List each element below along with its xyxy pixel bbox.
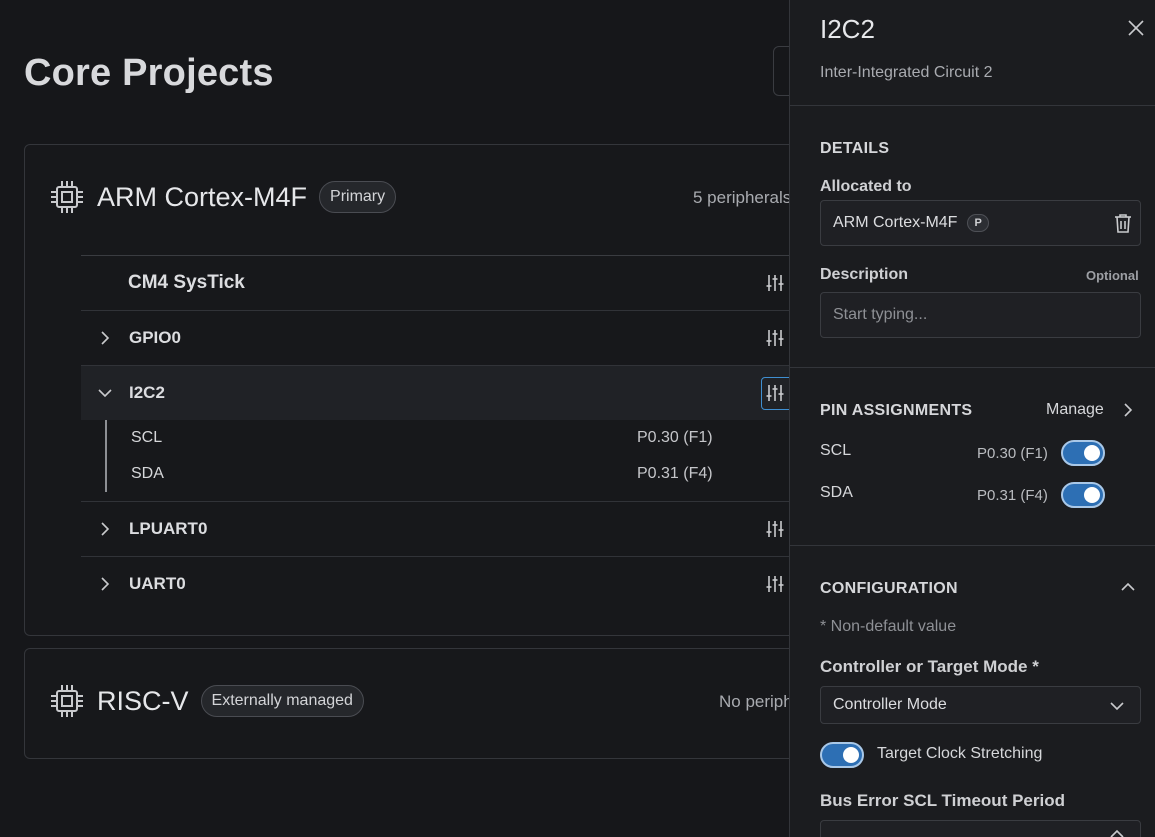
peripheral-row-i2c2[interactable]: I2C2 <box>81 365 790 420</box>
peripheral-label: GPIO0 <box>129 328 181 347</box>
divider <box>790 545 1155 546</box>
chevron-up-icon[interactable] <box>1120 580 1136 598</box>
card-title: ARM Cortex-M4F <box>97 181 308 212</box>
peripheral-row-uart0[interactable]: UART0 <box>81 556 790 611</box>
tune-icon[interactable] <box>765 328 785 353</box>
tune-icon[interactable] <box>765 574 785 599</box>
signal-name: SDA <box>131 465 164 482</box>
tune-icon[interactable] <box>765 519 785 544</box>
card-title: RISC-V <box>97 685 189 716</box>
allocated-label: Allocated to <box>820 178 912 195</box>
bus-error-input[interactable] <box>820 820 1141 837</box>
peripheral-label: I2C2 <box>129 383 165 402</box>
chevron-right-icon[interactable] <box>1122 402 1134 423</box>
description-input[interactable] <box>820 292 1141 338</box>
mode-label: Controller or Target Mode * <box>820 657 1039 676</box>
primary-badge: Primary <box>319 181 397 213</box>
mode-value: Controller Mode <box>833 696 947 713</box>
non-default-note: * Non-default value <box>820 618 957 635</box>
chevron-right-icon[interactable] <box>81 521 129 537</box>
signal-value: P0.31 (F4) <box>637 465 713 482</box>
target-clock-stretching-toggle[interactable] <box>820 742 864 768</box>
pin-scl-toggle[interactable] <box>1061 440 1105 466</box>
chevron-right-icon[interactable] <box>81 330 129 346</box>
peripheral-label: UART0 <box>129 574 186 593</box>
card-header: ARM Cortex-M4F Primary <box>49 179 397 215</box>
bus-error-label: Bus Error SCL Timeout Period <box>820 791 1065 810</box>
tune-icon[interactable] <box>765 273 785 298</box>
description-label: Description <box>820 266 909 283</box>
peripheral-list: CM4 SysTick GPIO0 I2C2 SCL P0.30 (F1) SD… <box>81 255 790 611</box>
peripheral-count: No periph <box>719 692 790 711</box>
tune-icon[interactable] <box>765 383 785 408</box>
divider <box>790 367 1155 368</box>
panel-title: I2C2 <box>820 14 875 44</box>
core-card-riscv: RISC-V Externally managed No periph <box>24 648 790 759</box>
peripheral-row-gpio0[interactable]: GPIO0 <box>81 310 790 365</box>
peripheral-count: 5 peripherals <box>693 188 790 207</box>
pin-value: P0.31 (F4) <box>977 487 1048 504</box>
peripheral-row-lpuart0[interactable]: LPUART0 <box>81 501 790 556</box>
signal-name: SCL <box>131 429 163 446</box>
pin-assignments-heading: PIN ASSIGNMENTS <box>820 402 973 419</box>
divider <box>790 105 1155 106</box>
primary-indicator-badge: P <box>967 214 989 232</box>
peripheral-detail-panel: I2C2 Inter-Integrated Circuit 2 DETAILS … <box>789 0 1155 837</box>
details-heading: DETAILS <box>820 140 890 157</box>
stretch-label: Target Clock Stretching <box>877 745 1043 762</box>
allocated-value: ARM Cortex-M4F <box>833 214 958 231</box>
page-title: Core Projects <box>24 52 274 94</box>
chip-icon <box>49 179 85 215</box>
header-action-button[interactable] <box>773 46 790 96</box>
manage-pins-link[interactable]: Manage <box>1046 401 1104 419</box>
chip-icon <box>49 683 85 719</box>
tree-line <box>105 420 107 492</box>
chevron-up-icon <box>1109 827 1125 837</box>
peripheral-row-cm4-systick[interactable]: CM4 SysTick <box>81 255 790 310</box>
pin-name: SCL <box>820 442 852 459</box>
close-icon[interactable] <box>1126 18 1146 38</box>
signal-value: P0.30 (F1) <box>637 429 713 446</box>
peripheral-label: CM4 SysTick <box>128 272 245 293</box>
externally-managed-badge: Externally managed <box>200 685 364 717</box>
optional-label: Optional <box>1086 268 1139 283</box>
card-header: RISC-V Externally managed <box>49 683 364 719</box>
i2c2-signals: SCL P0.30 (F1) SDA P0.31 (F4) <box>81 420 790 501</box>
chevron-down-icon <box>1109 699 1125 717</box>
core-card-arm: ARM Cortex-M4F Primary 5 peripherals CM4… <box>24 144 790 636</box>
pin-name: SDA <box>820 484 853 501</box>
trash-icon[interactable] <box>1114 213 1132 238</box>
chevron-down-icon[interactable] <box>81 387 129 399</box>
panel-subtitle: Inter-Integrated Circuit 2 <box>820 64 993 81</box>
peripheral-label: LPUART0 <box>129 519 208 538</box>
main-area: Core Projects ARM Cortex-M4F Primary 5 p… <box>0 0 790 837</box>
allocated-field: ARM Cortex-M4F P <box>820 200 1141 246</box>
chevron-right-icon[interactable] <box>81 576 129 592</box>
pin-sda-toggle[interactable] <box>1061 482 1105 508</box>
configuration-heading: CONFIGURATION <box>820 580 958 597</box>
pin-value: P0.30 (F1) <box>977 445 1048 462</box>
mode-select[interactable]: Controller Mode <box>820 686 1141 724</box>
